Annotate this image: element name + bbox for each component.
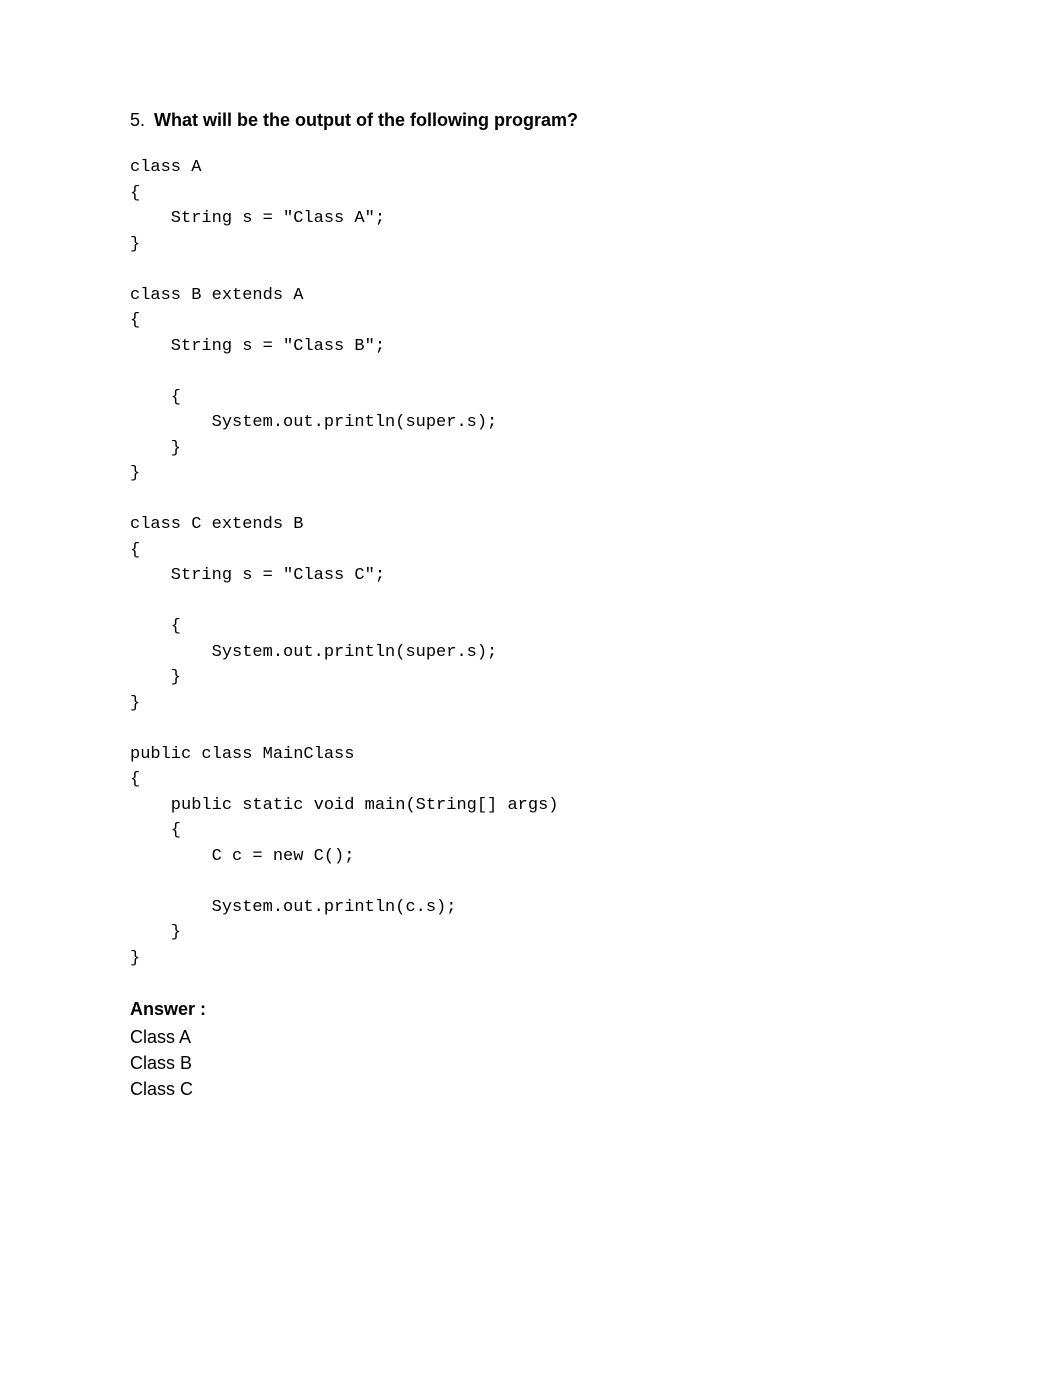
answer-label: Answer : bbox=[130, 999, 932, 1020]
question-line: 5. What will be the output of the follow… bbox=[130, 110, 932, 131]
answer-line-2: Class B bbox=[130, 1050, 932, 1076]
question-text: What will be the output of the following… bbox=[154, 110, 578, 130]
question-number: 5. bbox=[130, 110, 145, 130]
code-block: class A { String s = "Class A"; } class … bbox=[130, 155, 932, 971]
answer-line-1: Class A bbox=[130, 1024, 932, 1050]
answer-line-3: Class C bbox=[130, 1076, 932, 1102]
